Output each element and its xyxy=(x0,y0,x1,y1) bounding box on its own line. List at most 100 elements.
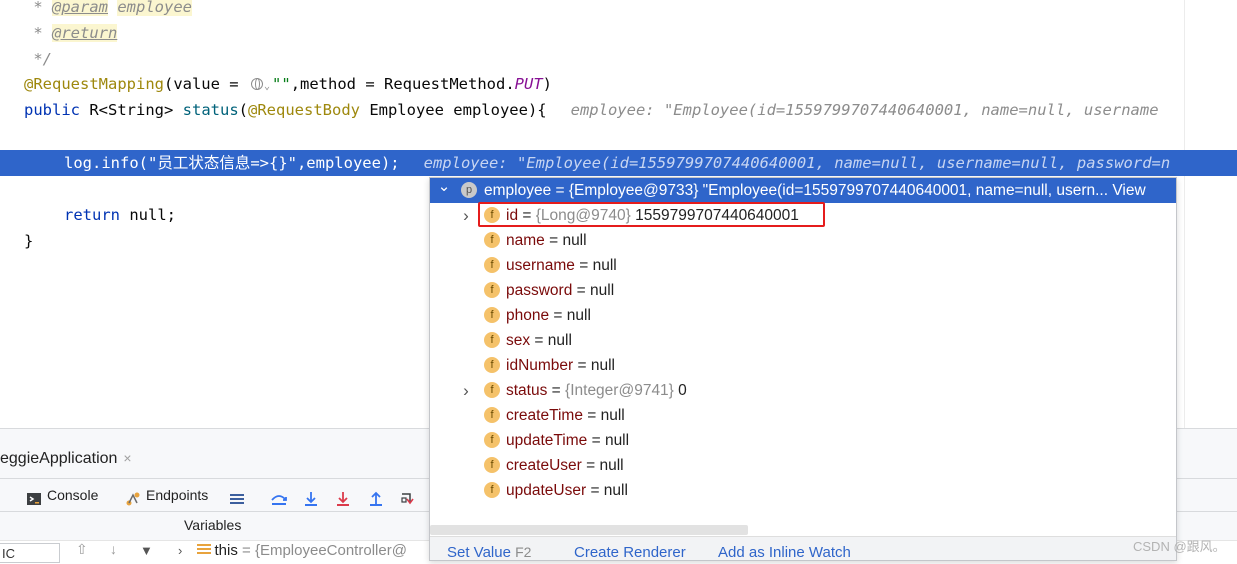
field-entry: status = {Integer@9741} 0 xyxy=(506,378,687,403)
code-line-1[interactable]: * @param employee xyxy=(24,0,192,20)
inline-debug-value[interactable]: employee: "Employee(id=15597997074406400… xyxy=(424,154,1171,172)
drop-frame-icon xyxy=(400,487,416,505)
comment-text: */ xyxy=(24,50,52,68)
field-row-createtime[interactable]: f createTime = null xyxy=(430,403,1176,428)
annotation: @RequestMapping xyxy=(24,75,164,93)
run-config-tab[interactable]: eggieApplication × xyxy=(0,443,132,473)
right-margin-guide xyxy=(1184,0,1185,428)
field-row-username[interactable]: f username = null xyxy=(430,253,1176,278)
layout-menu-button[interactable] xyxy=(229,479,245,511)
field-icon: f xyxy=(484,257,500,273)
step-out-button[interactable] xyxy=(368,479,384,511)
equals-sign: = xyxy=(518,207,536,224)
link-label: Set Value xyxy=(447,544,511,561)
field-name: sex xyxy=(506,332,531,349)
field-value: = null xyxy=(587,432,630,449)
field-row-idnumber[interactable]: f idNumber = null xyxy=(430,353,1176,378)
endpoints-icon xyxy=(125,487,141,506)
enum-constant: PUT xyxy=(514,75,543,93)
current-execution-line[interactable]: log.info("员工状态信息=>{}",employee); employee… xyxy=(0,150,1237,176)
keyword: public xyxy=(24,101,80,119)
variables-title: Variables xyxy=(184,517,242,533)
field-entry: sex = null xyxy=(506,328,572,353)
code-text: log.info("员工状态信息=>{}",employee); xyxy=(64,154,400,172)
field-row-name[interactable]: f name = null xyxy=(430,228,1176,253)
field-entry: username = null xyxy=(506,253,617,278)
field-icon: f xyxy=(484,432,500,448)
field-row-phone[interactable]: f phone = null xyxy=(430,303,1176,328)
field-entry: password = null xyxy=(506,278,614,303)
field-row-updatetime[interactable]: f updateTime = null xyxy=(430,428,1176,453)
set-value-link[interactable]: Set Value F2 xyxy=(447,544,532,561)
comment-text: * xyxy=(24,0,52,16)
code-line-2[interactable]: * @return xyxy=(24,20,118,46)
variable-this[interactable]: › this = {EmployeeController@ xyxy=(178,542,407,559)
field-value: = null xyxy=(581,457,624,474)
field-value: = null xyxy=(574,257,617,274)
root-variable: employee = {Employee@9733} "Employee(id=… xyxy=(484,178,1146,203)
horizontal-scrollbar[interactable] xyxy=(430,525,748,535)
filter-icon[interactable]: ▼ xyxy=(140,543,153,558)
variable-name: this xyxy=(214,542,238,559)
chevron-down-icon[interactable]: ⌄ xyxy=(437,178,451,199)
field-name: id xyxy=(506,207,519,224)
inline-debug-value[interactable]: employee: "Employee(id=15597997074406400… xyxy=(571,101,1159,119)
field-value: = null xyxy=(572,282,615,299)
variable-name: employee xyxy=(484,182,552,199)
javadoc-param-name: employee xyxy=(117,0,192,16)
code-line-9[interactable]: return null; xyxy=(64,202,176,228)
step-over-button[interactable] xyxy=(270,479,287,511)
create-renderer-link[interactable]: Create Renderer xyxy=(574,544,686,560)
tab-endpoints[interactable]: Endpoints xyxy=(125,479,208,511)
add-inline-watch-link[interactable]: Add as Inline Watch xyxy=(718,544,851,560)
arrow-up-icon[interactable]: ⇧ xyxy=(76,541,88,558)
tab-label: Endpoints xyxy=(146,487,209,503)
variable-value: = {EmployeeController@ xyxy=(237,542,407,559)
tab-console[interactable]: Console xyxy=(26,479,98,511)
step-out-icon xyxy=(368,487,384,506)
shortcut-key: F2 xyxy=(515,544,532,560)
field-value: = null xyxy=(586,482,628,499)
watermark: CSDN @跟风。 xyxy=(1133,539,1226,554)
chevron-right-icon[interactable]: › xyxy=(459,203,473,228)
field-row-createuser[interactable]: f createUser = null xyxy=(430,453,1176,478)
annotation: @RequestBody xyxy=(248,101,360,119)
field-row-updateuser[interactable]: f updateUser = null xyxy=(430,478,1176,503)
code-text: ( xyxy=(238,101,248,119)
console-icon xyxy=(26,487,42,505)
tab-label: Console xyxy=(47,487,99,503)
field-icon: f xyxy=(484,482,500,498)
field-entry: phone = null xyxy=(506,303,591,328)
code-line-3[interactable]: */ xyxy=(24,46,52,72)
debug-value-popup[interactable]: ⌄ p employee = {Employee@9733} "Employee(i… xyxy=(429,177,1177,561)
chevron-right-icon[interactable]: › xyxy=(178,543,182,558)
globe-icon[interactable] xyxy=(250,78,263,90)
close-icon[interactable]: × xyxy=(123,450,131,466)
field-row-sex[interactable]: f sex = null xyxy=(430,328,1176,353)
force-step-into-icon xyxy=(335,487,351,506)
field-name: updateTime xyxy=(506,432,588,449)
code-line-5[interactable]: public R<String> status(@RequestBody Emp… xyxy=(24,97,1159,123)
code-text: ,method = RequestMethod. xyxy=(290,75,515,93)
chevron-right-icon[interactable]: › xyxy=(459,378,473,403)
field-row-status[interactable]: › f status = {Integer@9741} 0 xyxy=(430,378,1176,403)
string-literal: "" xyxy=(272,75,291,93)
field-entry: createUser = null xyxy=(506,453,624,478)
field-entry: createTime = null xyxy=(506,403,625,428)
field-entry: id = {Long@9740} 1559799707440640001 xyxy=(506,203,799,228)
code-line-10[interactable]: } xyxy=(24,228,33,254)
step-into-button[interactable] xyxy=(303,479,319,511)
list-icon xyxy=(196,544,211,556)
parameter-icon: p xyxy=(461,182,477,198)
javadoc-tag: @return xyxy=(52,24,118,42)
field-row-id[interactable]: › f id = {Long@9740} 1559799707440640001 xyxy=(430,203,1176,228)
arrow-down-icon[interactable]: ↓ xyxy=(110,541,117,557)
frame-selector[interactable]: IC xyxy=(0,543,60,563)
field-row-password[interactable]: f password = null xyxy=(430,278,1176,303)
code-line-4[interactable]: @RequestMapping(value = ⌄ "",method = Req… xyxy=(24,71,552,97)
force-step-into-button[interactable] xyxy=(335,479,351,511)
popup-root-row[interactable]: ⌄ p employee = {Employee@9733} "Employee(i… xyxy=(430,178,1176,203)
code-text: R<String> xyxy=(80,101,183,119)
field-value: 0 xyxy=(673,382,687,399)
drop-frame-button[interactable] xyxy=(400,479,416,511)
